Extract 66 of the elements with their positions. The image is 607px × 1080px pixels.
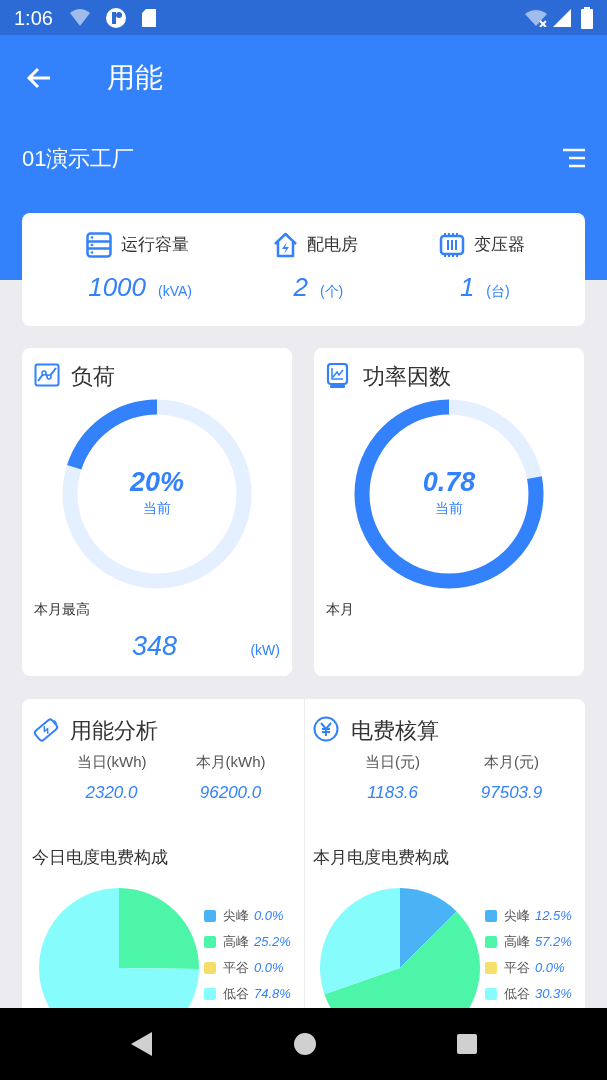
footer-label: 本月 bbox=[326, 600, 355, 619]
wifi-off-icon bbox=[525, 8, 549, 27]
footer-unit: (kW) bbox=[250, 641, 280, 660]
legend-value: 74.8% bbox=[254, 984, 291, 1003]
chip-icon bbox=[438, 232, 465, 258]
legend-value: 25.2% bbox=[254, 932, 291, 951]
metric-value: 2320.0 bbox=[85, 781, 138, 804]
battery-tag-icon bbox=[32, 716, 60, 744]
summary-unit: (台) bbox=[486, 282, 510, 301]
summary-value: 2 bbox=[293, 271, 308, 304]
legend-value: 30.3% bbox=[535, 984, 572, 1003]
chart-title: 本月电度电费构成 bbox=[313, 847, 450, 869]
house-bolt-icon bbox=[272, 232, 299, 258]
summary-unit: (kVA) bbox=[158, 282, 192, 301]
line-chart-icon bbox=[34, 363, 60, 389]
recents-icon[interactable] bbox=[455, 1033, 478, 1055]
summary-label: 运行容量 bbox=[120, 234, 189, 257]
legend-value: 0.0% bbox=[254, 958, 284, 977]
signal-icon bbox=[553, 8, 571, 27]
summary-unit: (个) bbox=[319, 282, 344, 301]
page-title: 用能 bbox=[107, 60, 163, 95]
card-title: 用能分析 bbox=[70, 716, 158, 745]
metric-label: 当日(kWh) bbox=[76, 752, 147, 772]
summary-label: 配电房 bbox=[307, 234, 359, 257]
legend-value: 57.2% bbox=[535, 932, 572, 951]
metric-value: 1183.6 bbox=[367, 781, 418, 804]
sd-card-icon bbox=[140, 7, 157, 28]
card-title: 电费核算 bbox=[351, 716, 439, 745]
back-arrow-icon[interactable] bbox=[26, 65, 52, 90]
metric-label: 本月(kWh) bbox=[195, 752, 266, 772]
legend-label: 尖峰 bbox=[504, 906, 530, 925]
gauge-caption: 当前 bbox=[435, 498, 463, 518]
site-name[interactable]: 01演示工厂 bbox=[22, 141, 135, 175]
back-icon[interactable] bbox=[129, 1031, 154, 1057]
metric-value: 97503.9 bbox=[480, 781, 543, 804]
chart-title: 今日电度电费构成 bbox=[32, 847, 169, 869]
metric-value: 96200.0 bbox=[199, 781, 262, 804]
gauge-value: 20% bbox=[129, 465, 184, 498]
footer-label: 本月最高 bbox=[34, 600, 91, 619]
legend-label: 低谷 bbox=[223, 984, 249, 1003]
menu-icon[interactable] bbox=[563, 148, 585, 168]
server-icon bbox=[85, 232, 112, 258]
circle-logo-icon bbox=[104, 6, 127, 29]
battery-icon bbox=[581, 6, 593, 29]
status-time: 1:06 bbox=[14, 5, 53, 31]
summary-value: 1 bbox=[459, 271, 475, 304]
legend-label: 高峰 bbox=[504, 932, 530, 951]
legend-value: 0.0% bbox=[535, 958, 565, 977]
metric-label: 本月(元) bbox=[484, 752, 539, 772]
summary-value: 1000 bbox=[88, 271, 147, 304]
gauge-value: 0.78 bbox=[422, 465, 476, 498]
legend-label: 高峰 bbox=[223, 932, 249, 951]
legend-label: 平谷 bbox=[223, 958, 249, 977]
legend-label: 尖峰 bbox=[223, 906, 249, 925]
legend-value: 12.5% bbox=[535, 906, 572, 925]
footer-value: 348 bbox=[132, 630, 178, 663]
home-icon[interactable] bbox=[292, 1032, 317, 1056]
legend-label: 平谷 bbox=[504, 958, 530, 977]
metric-label: 当日(元) bbox=[365, 752, 420, 772]
summary-label: 变压器 bbox=[473, 234, 525, 257]
yen-icon bbox=[313, 716, 341, 744]
gauge-caption: 当前 bbox=[143, 498, 171, 518]
legend-label: 低谷 bbox=[504, 984, 530, 1003]
card-title: 功率因数 bbox=[363, 362, 451, 391]
legend-value: 0.0% bbox=[254, 906, 284, 925]
card-title: 负荷 bbox=[71, 362, 115, 391]
